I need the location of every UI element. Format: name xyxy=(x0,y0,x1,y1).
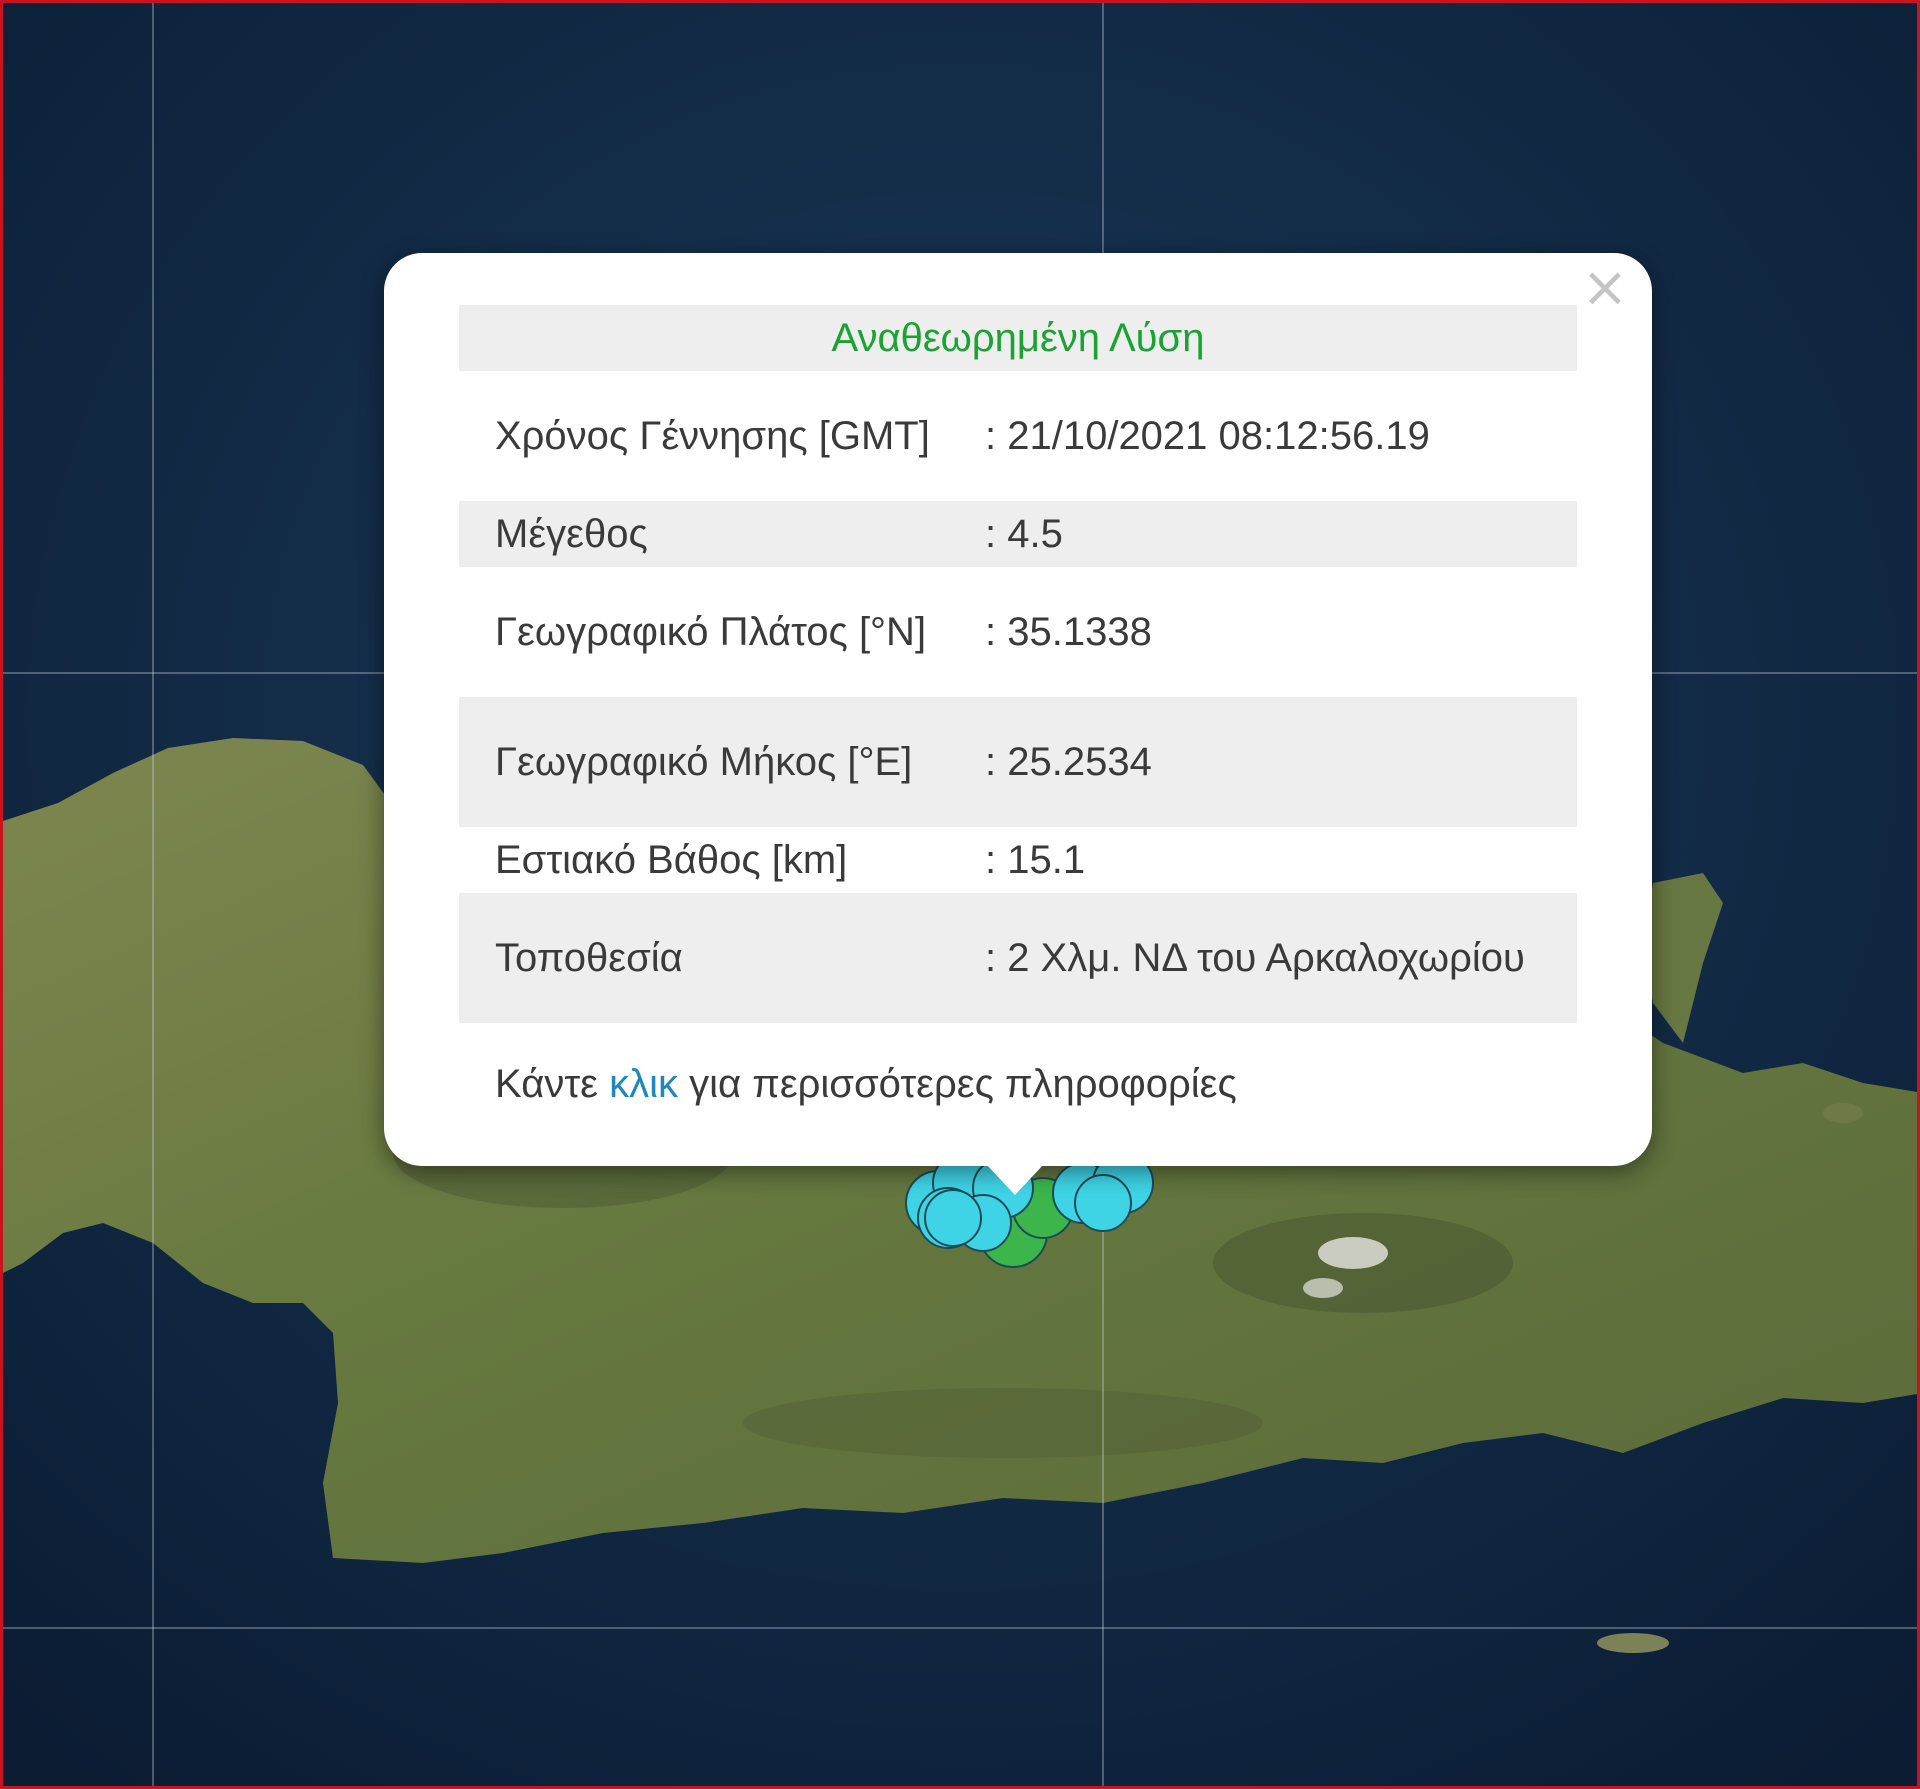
islet xyxy=(1597,1633,1669,1653)
table-row: Γεωγραφικό Μήκος [°E] : 25.2534 xyxy=(459,697,1577,827)
row-value: : 2 Χλμ. ΝΔ του Αρκαλοχωρίου xyxy=(985,893,1577,1023)
earthquake-details-table: Αναθεωρημένη Λύση Χρόνος Γέννησης [GMT] … xyxy=(459,305,1577,1023)
snow-patch xyxy=(1303,1278,1343,1298)
popup-pointer xyxy=(985,1163,1045,1195)
row-value: : 4.5 xyxy=(985,501,1577,567)
row-value: : 35.1338 xyxy=(985,610,1152,654)
more-info-prefix: Κάντε xyxy=(495,1062,598,1106)
table-row: Εστιακό Βάθος [km] : 15.1 xyxy=(459,827,1577,893)
earthquake-info-popup: × Αναθεωρημένη Λύση Χρόνος Γέννησης [GMT… xyxy=(384,253,1652,1166)
islet xyxy=(1823,1103,1863,1123)
more-info-link[interactable]: κλικ xyxy=(609,1062,678,1106)
more-info-line: Κάντε κλικ για περισσότερες πληροφορίες xyxy=(495,1053,1237,1115)
mountain-ridge xyxy=(743,1388,1263,1458)
table-row-title: Αναθεωρημένη Λύση xyxy=(459,305,1577,371)
table-row: Μέγεθος : 4.5 xyxy=(459,501,1577,567)
row-value: : 25.2534 xyxy=(985,697,1577,827)
row-label: Τοποθεσία xyxy=(459,893,985,1023)
row-label: Γεωγραφικό Πλάτος [°N] xyxy=(495,610,927,654)
earthquake-marker[interactable] xyxy=(924,1189,982,1247)
row-label: Χρόνος Γέννησης [GMT] xyxy=(495,414,930,458)
row-label: Γεωγραφικό Μήκος [°E] xyxy=(459,697,985,827)
table-row: Τοποθεσία : 2 Χλμ. ΝΔ του Αρκαλοχωρίου xyxy=(459,893,1577,1023)
row-label: Μέγεθος xyxy=(459,501,985,567)
row-value: : 15.1 xyxy=(985,838,1086,882)
more-info-suffix: για περισσότερες πληροφορίες xyxy=(689,1062,1237,1106)
map-viewport[interactable]: × Αναθεωρημένη Λύση Χρόνος Γέννησης [GMT… xyxy=(0,0,1920,1789)
row-label: Εστιακό Βάθος [km] xyxy=(495,838,848,882)
close-icon[interactable]: × xyxy=(1580,260,1630,316)
snow-patch xyxy=(1318,1237,1388,1269)
table-row: Γεωγραφικό Πλάτος [°N] : 35.1338 xyxy=(459,567,1577,697)
popup-title: Αναθεωρημένη Λύση xyxy=(459,305,1577,371)
earthquake-marker[interactable] xyxy=(1074,1174,1132,1232)
row-value: : 21/10/2021 08:12:56.19 xyxy=(985,414,1430,458)
table-row: Χρόνος Γέννησης [GMT] : 21/10/2021 08:12… xyxy=(459,371,1577,501)
